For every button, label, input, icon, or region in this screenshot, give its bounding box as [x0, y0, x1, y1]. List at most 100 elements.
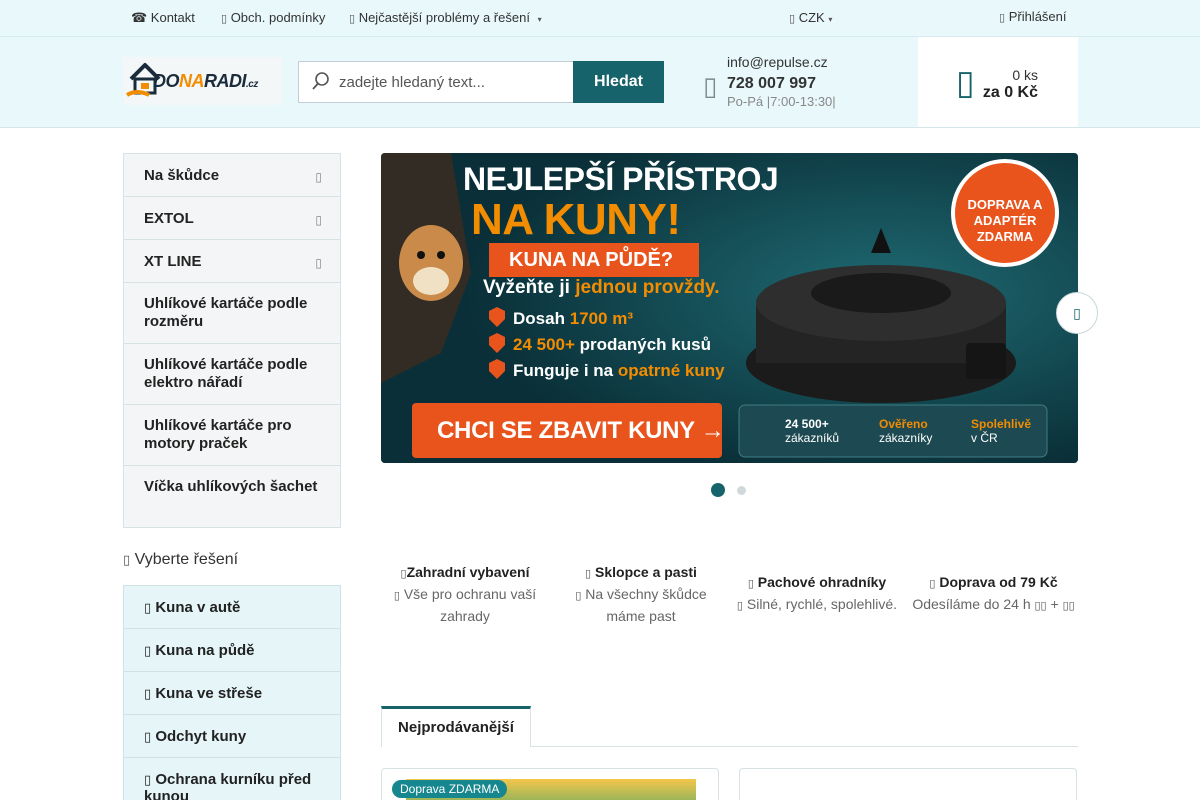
solution-item-ochrana-kurniku[interactable]: ▯ Ochrana kurníku před kunou [124, 758, 340, 800]
subline-highlight: jednou provždy. [575, 277, 720, 298]
contact-link[interactable]: ☎ Kontakt [131, 10, 195, 26]
category-item-brushes-washing-machines[interactable]: Uhlíkové kartáče pro motory praček [124, 405, 340, 466]
feature-desc-text: Odesíláme do 24 h [912, 596, 1031, 612]
carousel-dot-1[interactable] [711, 483, 725, 497]
cart-icon: ▯ [956, 64, 975, 102]
attic-icon: ▯ [144, 643, 152, 658]
trust-label: v ČR [971, 431, 998, 445]
help-icon: ▯ [349, 13, 356, 25]
fence-icon: ▯ [747, 578, 754, 590]
banner-headline-1: NEJLEPŠÍ PŘÍSTROJ [463, 161, 779, 197]
category-item-xt-line[interactable]: XT LINE ▯ [124, 240, 340, 283]
faq-label: Nejčastější problémy a řešení [358, 10, 530, 25]
category-label: Na škůdce [144, 167, 220, 184]
solutions-menu: ▯ Kuna v autě ▯ Kuna na půdě ▯ Kuna ve s… [123, 585, 341, 800]
category-menu: Na škůdce ▯ EXTOL ▯ XT LINE ▯ Uhlíkové k… [123, 153, 341, 528]
check-icon: ▯ [575, 590, 582, 602]
cart-count: 0 ks [1012, 67, 1038, 83]
category-label: Uhlíkové kartáče podle rozměru [144, 295, 308, 330]
carousel-dot-2[interactable] [737, 486, 746, 495]
login-label: Přihlášení [1008, 9, 1067, 24]
banner-cta-button[interactable]: CHCI SE ZBAVIT KUNY → [437, 417, 725, 445]
bullet-highlight: 24 500+ [513, 335, 580, 354]
trust-label: zákazníků [785, 431, 840, 445]
currency-select[interactable]: ▯ CZK ▾ [789, 10, 832, 25]
flag-icon: ▯▯ [1062, 600, 1075, 612]
search-input[interactable] [339, 62, 569, 102]
feature-desc: ▯ Na všechny škůdce máme past [561, 584, 721, 626]
terms-link[interactable]: ▯ Obch. podmínky [221, 10, 325, 25]
chevron-down-icon: ▾ [537, 15, 542, 24]
category-label: XT LINE [144, 253, 202, 270]
banner-ribbon: KUNA NA PŮDĚ? [509, 249, 674, 271]
category-item-na-skudce[interactable]: Na škůdce ▯ [124, 154, 340, 197]
cart-button[interactable]: ▯ 0 ks za 0 Kč [918, 37, 1078, 127]
currency-label: CZK [798, 10, 825, 25]
feature-traps[interactable]: ▯ Sklopce a pasti ▯ Na všechny škůdce má… [561, 564, 721, 626]
solution-item-odchyt-kuny[interactable]: ▯ Odchyt kuny [124, 715, 340, 758]
logo[interactable]: DONARADI.cz [123, 57, 282, 105]
solution-item-kuna-na-pude[interactable]: ▯ Kuna na půdě [124, 629, 340, 672]
feature-title-text: Doprava od 79 Kč [939, 574, 1058, 590]
solution-item-kuna-ve-strese[interactable]: ▯ Kuna ve střeše [124, 672, 340, 715]
feature-shipping[interactable]: ▯ Doprava od 79 Kč Odesíláme do 24 h ▯▯ … [906, 574, 1081, 616]
banner-bullet-1: Dosah 1700 m³ [513, 309, 633, 329]
tab-bestsellers[interactable]: Nejprodávanější [381, 706, 531, 747]
badge-line-3: ZDARMA [976, 229, 1034, 244]
contact-hours: Po-Pá |7:00-13:30| [727, 94, 836, 109]
category-label: EXTOL [144, 210, 194, 227]
document-icon: ▯ [221, 13, 228, 25]
login-link[interactable]: ▯ Přihlášení [999, 9, 1067, 24]
feature-title: ▯Zahradní vybavení [385, 564, 545, 580]
solution-label: Odchyt kuny [155, 728, 247, 745]
car-icon: ▯ [144, 600, 152, 615]
solutions-title: ▯ Vyberte řešení [123, 551, 238, 569]
bullet-text: Dosah [513, 309, 570, 328]
category-item-brush-caps[interactable]: Víčka uhlíkových šachet [124, 466, 340, 527]
solution-label: Kuna v autě [155, 599, 241, 616]
solution-label: Kuna na půdě [155, 642, 255, 659]
promo-banner[interactable]: NEJLEPŠÍ PŘÍSTROJ NA KUNY! KUNA NA PŮDĚ?… [381, 153, 1078, 463]
bullet-text: prodaných kusů [579, 335, 711, 354]
category-item-brushes-by-size[interactable]: Uhlíkové kartáče podle rozměru [124, 283, 340, 344]
feature-title: ▯ Pachové ohradníky [727, 574, 907, 590]
free-shipping-badge: Doprava ZDARMA [392, 780, 508, 798]
trust-value: 24 500+ [785, 417, 829, 431]
badge-line-1: DOPRAVA A [967, 197, 1043, 212]
roof-icon: ▯ [144, 686, 152, 701]
banner-subline: Vyžeňte ji jednou provždy. [483, 277, 719, 299]
feature-fences[interactable]: ▯ Pachové ohradníky ▯ Silné, rychlé, spo… [727, 574, 907, 616]
feature-title: ▯ Doprava od 79 Kč [906, 574, 1081, 590]
solution-item-kuna-v-aute[interactable]: ▯ Kuna v autě [124, 586, 340, 629]
top-bar: ☎ Kontakt ▯ Obch. podmínky ▯ Nejčastější… [0, 0, 1200, 37]
banner-bullet-2: 24 500+ prodaných kusů [513, 335, 711, 355]
feature-desc: ▯ Vše pro ochranu vaší zahrady [385, 584, 545, 626]
flag-icon: ▯▯ [1034, 600, 1047, 612]
contact-phone[interactable]: 728 007 997 [727, 75, 816, 93]
product-card[interactable] [739, 768, 1077, 800]
feature-desc: ▯ Silné, rychlé, spolehlivé. [727, 594, 907, 616]
faq-menu[interactable]: ▯ Nejčastější problémy a řešení ▾ [349, 10, 542, 25]
feature-desc: Odesíláme do 24 h ▯▯ + ▯▯ [906, 594, 1081, 616]
feature-garden[interactable]: ▯Zahradní vybavení ▯ Vše pro ochranu vaš… [385, 564, 545, 626]
chevron-down-icon: ▾ [828, 15, 833, 24]
contact-email[interactable]: info@repulse.cz [727, 54, 828, 70]
category-item-brushes-by-tool[interactable]: Uhlíkové kartáče podle elektro nářadí [124, 344, 340, 405]
feature-desc-text: Silné, rychlé, spolehlivé. [746, 596, 898, 612]
search-button[interactable]: Hledat [573, 61, 664, 103]
feature-title-text: Sklopce a pasti [595, 564, 697, 580]
user-icon: ▯ [999, 12, 1006, 24]
category-label: Uhlíkové kartáče pro motory praček [144, 417, 292, 452]
trust-value: Ověřeno [879, 417, 928, 431]
bullet-highlight: opatrné kuny [617, 361, 725, 380]
trust-verified: Ověřeno zákazníky [879, 417, 932, 445]
category-item-extol[interactable]: EXTOL ▯ [124, 197, 340, 240]
bullet-highlight: 1700 m³ [569, 309, 634, 328]
money-icon: ▯ [789, 13, 796, 25]
feature-title: ▯ Sklopce a pasti [561, 564, 721, 580]
truck-icon: ▯ [929, 578, 936, 590]
search-box [298, 61, 574, 103]
phone-icon: ▯ [703, 71, 718, 101]
trust-reliable: Spolehlivě v ČR [971, 417, 1031, 445]
carousel-next-button[interactable]: ▯ [1056, 292, 1098, 334]
